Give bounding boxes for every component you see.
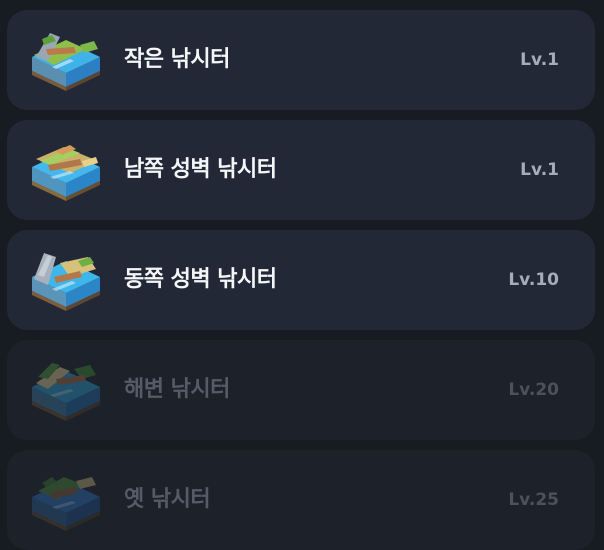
fishing-spot-card-south-wall[interactable]: 남쪽 성벽 낚시터 Lv.1 xyxy=(7,120,595,220)
fishing-spot-name: 작은 낚시터 xyxy=(124,47,230,72)
fishing-spot-name: 남쪽 성벽 낚시터 xyxy=(124,157,277,182)
fishing-spot-level: Lv.1 xyxy=(520,50,559,70)
fishing-spot-card-small[interactable]: 작은 낚시터 Lv.1 xyxy=(7,10,595,110)
fishing-spot-level: Lv.20 xyxy=(508,380,559,400)
old-fishing-spot-icon xyxy=(30,467,102,533)
fishing-spot-card-east-wall[interactable]: 동쪽 성벽 낚시터 Lv.10 xyxy=(7,230,595,330)
east-wall-fishing-spot-icon xyxy=(30,247,102,313)
small-fishing-spot-icon xyxy=(30,27,102,93)
fishing-spot-name: 동쪽 성벽 낚시터 xyxy=(124,267,277,292)
fishing-spot-list: 작은 낚시터 Lv.1 남쪽 성벽 낚시터 Lv.1 동쪽 성벽 낚시터 Lv.… xyxy=(0,0,604,550)
south-wall-fishing-spot-icon xyxy=(30,137,102,203)
fishing-spot-name: 옛 낚시터 xyxy=(124,487,211,512)
fishing-spot-card-old[interactable]: 옛 낚시터 Lv.25 xyxy=(7,450,595,550)
beach-fishing-spot-icon xyxy=(30,357,102,423)
fishing-spot-name: 해변 낚시터 xyxy=(124,377,230,402)
fishing-spot-level: Lv.1 xyxy=(520,160,559,180)
fishing-spot-level: Lv.25 xyxy=(508,490,559,510)
fishing-spot-level: Lv.10 xyxy=(508,270,559,290)
fishing-spot-card-beach[interactable]: 해변 낚시터 Lv.20 xyxy=(7,340,595,440)
